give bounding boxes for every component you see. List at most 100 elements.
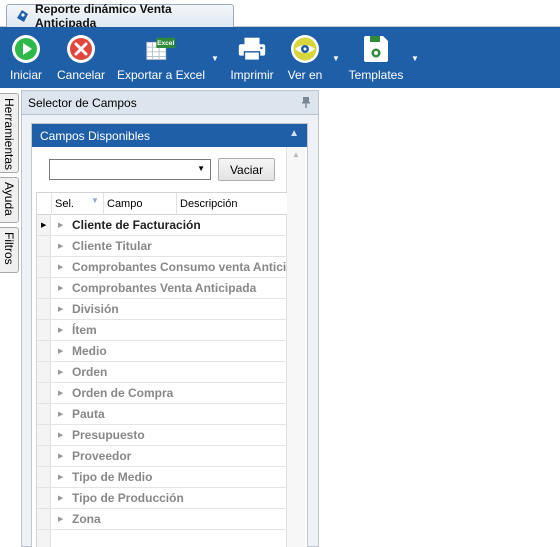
column-header-descripcion[interactable]: Descripción: [177, 193, 287, 215]
print-label: Imprimir: [230, 68, 274, 82]
side-tab-ayuda[interactable]: Ayuda: [0, 177, 19, 223]
table-row[interactable]: ▶ Orden de Compra: [37, 383, 287, 404]
expand-icon[interactable]: ▶: [58, 494, 63, 502]
row-label: Proveedor: [72, 449, 132, 463]
expand-icon[interactable]: ▶: [58, 410, 63, 418]
side-tab-label: Filtros: [2, 232, 16, 265]
vertical-scrollbar[interactable]: ▲: [286, 147, 305, 547]
side-tab-herramientas[interactable]: Herramientas: [0, 93, 19, 173]
expand-icon[interactable]: ▶: [58, 305, 63, 313]
expand-icon[interactable]: ▶: [58, 452, 63, 460]
row-indicator: [37, 383, 51, 403]
clear-button-label: Vaciar: [229, 162, 264, 177]
side-tab-label: Herramientas: [2, 98, 16, 171]
row-indicator: ▶: [37, 215, 51, 235]
row-label: Comprobantes Venta Anticipada: [72, 281, 257, 295]
side-tab-label: Ayuda: [2, 182, 16, 216]
table-row[interactable]: ▶ Tipo de Producción: [37, 488, 287, 509]
expand-icon[interactable]: ▶: [58, 368, 63, 376]
excel-icon: Excel: [145, 33, 177, 65]
eye-icon: [289, 33, 321, 65]
column-header-label: Sel.: [55, 198, 74, 210]
view-in-label: Ver en: [287, 68, 323, 82]
expand-icon[interactable]: ▶: [58, 221, 63, 229]
fields-grid: Sel. ▼ Campo Descripción ▶ ▶ Cliente de …: [36, 192, 287, 547]
group-header[interactable]: Campos Disponibles ▲: [32, 124, 307, 147]
row-label: Orden de Compra: [72, 386, 174, 400]
table-row[interactable]: ▶ Presupuesto: [37, 425, 287, 446]
templates-button[interactable]: Templates: [347, 27, 405, 88]
expand-icon[interactable]: ▶: [58, 242, 63, 250]
templates-label: Templates: [348, 68, 404, 82]
row-label: Ítem: [72, 323, 97, 337]
group-body: ▲ ▼ Vaciar Sel. ▼ Campo Descripción ▶ ▶ …: [32, 147, 307, 547]
clear-button[interactable]: Vaciar: [218, 158, 275, 181]
row-label: Medio: [72, 344, 107, 358]
expand-icon[interactable]: ▶: [58, 326, 63, 334]
group-title: Campos Disponibles: [40, 128, 151, 143]
start-button[interactable]: Iniciar: [4, 27, 48, 88]
expand-icon[interactable]: ▶: [58, 389, 63, 397]
grid-header: Sel. ▼ Campo Descripción: [37, 193, 287, 215]
table-row[interactable]: ▶ Medio: [37, 341, 287, 362]
panel-title: Selector de Campos: [28, 95, 137, 110]
cancel-label: Cancelar: [56, 68, 106, 82]
print-button[interactable]: Imprimir: [228, 27, 276, 88]
start-label: Iniciar: [9, 68, 42, 82]
filter-icon[interactable]: ▼: [91, 196, 99, 205]
row-indicator: [37, 299, 51, 319]
cancel-icon: [65, 33, 97, 65]
templates-dropdown-icon[interactable]: ▼: [411, 54, 419, 63]
row-indicator: [37, 425, 51, 445]
play-icon: [10, 33, 42, 65]
document-tab-title: Reporte dinámico Venta Anticipada: [35, 2, 172, 30]
table-row[interactable]: ▶ Orden: [37, 362, 287, 383]
document-tab[interactable]: Reporte dinámico Venta Anticipada: [6, 2, 234, 30]
panel-header: Selector de Campos: [22, 91, 318, 115]
excel-badge-text: Excel: [157, 40, 174, 47]
column-header-campo[interactable]: Campo: [104, 193, 177, 215]
table-row[interactable]: ▶ Ítem: [37, 320, 287, 341]
table-row[interactable]: ▶ Zona: [37, 509, 287, 530]
cancel-button[interactable]: Cancelar: [56, 27, 106, 88]
document-tab-strip: Reporte dinámico Venta Anticipada: [0, 0, 560, 30]
export-dropdown-icon[interactable]: ▼: [211, 54, 219, 63]
expand-icon[interactable]: ▶: [58, 431, 63, 439]
table-row[interactable]: ▶ Comprobantes Consumo venta Anticipada: [37, 257, 287, 278]
expand-icon[interactable]: ▶: [58, 284, 63, 292]
row-indicator: [37, 467, 51, 487]
expand-icon[interactable]: ▶: [58, 347, 63, 355]
table-row[interactable]: ▶ Comprobantes Venta Anticipada: [37, 278, 287, 299]
table-row[interactable]: ▶ Pauta: [37, 404, 287, 425]
expand-icon[interactable]: ▶: [58, 263, 63, 271]
export-excel-button[interactable]: Excel Exportar a Excel: [117, 27, 205, 88]
ribbon-toolbar: Iniciar Cancelar Excel Exportar a Excel …: [0, 27, 560, 88]
view-in-button[interactable]: Ver en: [285, 27, 325, 88]
expand-icon[interactable]: ▶: [58, 515, 63, 523]
chevron-up-icon[interactable]: ▲: [289, 128, 299, 139]
row-label: Zona: [72, 512, 101, 526]
row-indicator: [37, 530, 51, 547]
row-indicator: [37, 278, 51, 298]
chevron-down-icon[interactable]: ▼: [197, 164, 205, 173]
row-label: Pauta: [72, 407, 105, 421]
table-row[interactable]: ▶ ▶ Cliente de Facturación: [37, 215, 287, 236]
report-icon: [15, 9, 29, 23]
table-row[interactable]: ▶ Tipo de Medio: [37, 467, 287, 488]
table-row[interactable]: ▶ División: [37, 299, 287, 320]
table-row[interactable]: ▶ Cliente Titular: [37, 236, 287, 257]
pin-icon[interactable]: [302, 97, 310, 108]
scroll-up-icon[interactable]: ▲: [292, 150, 300, 159]
view-in-dropdown-icon[interactable]: ▼: [332, 54, 340, 63]
row-label: Presupuesto: [72, 428, 145, 442]
table-row[interactable]: ▶ Proveedor: [37, 446, 287, 467]
row-indicator: [37, 446, 51, 466]
row-indicator: [37, 404, 51, 424]
current-row-icon: ▶: [41, 222, 47, 229]
row-indicator: [37, 509, 51, 529]
expand-icon[interactable]: ▶: [58, 473, 63, 481]
column-header-label: Descripción: [180, 198, 238, 210]
side-tab-filtros[interactable]: Filtros: [0, 227, 19, 273]
fields-combobox[interactable]: ▼: [49, 159, 211, 180]
row-indicator: [37, 236, 51, 256]
